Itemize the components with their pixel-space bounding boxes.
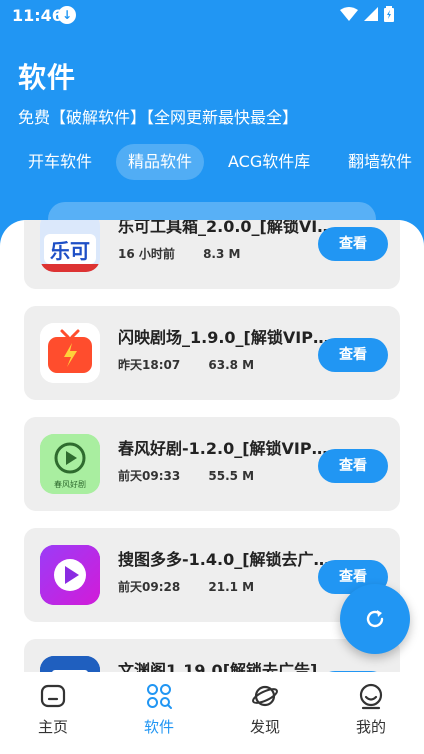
app-meta: 前天09:28 21.1 M — [118, 578, 254, 595]
wifi-icon — [340, 7, 358, 21]
app-icon-soutu — [40, 545, 100, 605]
tab-kaiche[interactable]: 开车软件 — [16, 144, 104, 180]
tab-fanqiang[interactable]: 翻墙软件 — [336, 144, 424, 180]
app-icon-shanying — [40, 323, 100, 383]
app-size: 21.1 M — [208, 580, 255, 594]
app-name[interactable]: 春风好剧-1.2.0_[解锁VIP去广告] — [118, 435, 336, 459]
app-icon-chunfeng-text: 春风好剧 — [54, 479, 86, 489]
app-size: 63.8 M — [208, 358, 255, 372]
refresh-icon — [366, 610, 384, 628]
list-item[interactable]: 文渊阁1.19.0[解锁去广告] 查看 — [24, 639, 400, 672]
view-button[interactable]: 查看 — [318, 449, 388, 483]
tab-acg[interactable]: ACG软件库 — [216, 144, 322, 180]
nav-mine-label: 我的 — [355, 718, 386, 736]
battery-icon — [384, 6, 394, 22]
category-tabs: 开车软件 精品软件 ACG软件库 翻墙软件 — [0, 144, 424, 180]
app-icon-leke-text: 乐可 — [50, 239, 90, 263]
list-item[interactable]: 闪映剧场_1.9.0_[解锁VIP去广告] 昨天18:07 63.8 M 查看 — [24, 306, 400, 400]
profile-icon — [359, 683, 383, 710]
nav-home-label: 主页 — [37, 718, 68, 736]
refresh-button[interactable] — [340, 584, 410, 654]
app-meta: 昨天18:07 63.8 M — [118, 356, 254, 373]
nav-mine[interactable]: 我的 — [318, 682, 424, 737]
page-subtitle: 免费【破解软件】【全网更新最快最全】 — [18, 108, 299, 127]
list-item[interactable]: 乐可 乐可工具箱_2.0.0_[解锁VIP... 16 小时前 8.3 M 查看 — [24, 220, 400, 289]
status-bar: 11:46 ↓ — [0, 0, 424, 30]
status-time: 11:46 — [12, 6, 63, 25]
app-size: 8.3 M — [203, 247, 241, 261]
app-icon-wenyuange — [40, 656, 100, 672]
view-button[interactable]: 查看 — [318, 338, 388, 372]
list-item[interactable]: 春风好剧 春风好剧-1.2.0_[解锁VIP去广告] 前天09:33 55.5 … — [24, 417, 400, 511]
app-size: 55.5 M — [208, 469, 255, 483]
home-icon — [40, 684, 66, 708]
app-time: 16 小时前 — [118, 247, 175, 261]
view-button[interactable]: 查看 — [318, 227, 388, 261]
planet-icon — [252, 685, 278, 707]
download-icon: ↓ — [58, 6, 76, 24]
app-name[interactable]: 闪映剧场_1.9.0_[解锁VIP去广告] — [118, 324, 336, 348]
app-name[interactable]: 文渊阁1.19.0[解锁去广告] — [118, 657, 336, 672]
status-icons — [340, 6, 394, 22]
app-meta: 16 小时前 8.3 M — [118, 245, 240, 262]
nav-software-label: 软件 — [143, 718, 174, 736]
app-time: 前天09:33 — [118, 469, 181, 483]
app-icon-chunfeng: 春风好剧 — [40, 434, 100, 494]
tab-jingpin[interactable]: 精品软件 — [116, 144, 205, 180]
signal-icon — [364, 7, 378, 21]
app-icon-leke: 乐可 — [40, 220, 100, 272]
apps-icon — [147, 684, 172, 709]
app-time: 前天09:28 — [118, 580, 181, 594]
nav-home[interactable]: 主页 — [0, 682, 106, 737]
nav-software[interactable]: 软件 — [106, 682, 212, 737]
app-meta: 前天09:33 55.5 M — [118, 467, 254, 484]
nav-discover-label: 发现 — [249, 718, 280, 736]
page-title: 软件 — [18, 61, 77, 94]
bottom-nav: 主页 软件 发现 我的 — [0, 672, 424, 754]
app-name[interactable]: 乐可工具箱_2.0.0_[解锁VIP... — [118, 220, 336, 237]
page-header: 软件 免费【破解软件】【全网更新最快最全】 — [18, 56, 298, 128]
app-name[interactable]: 搜图多多-1.4.0_[解锁去广告] — [118, 546, 336, 570]
nav-discover[interactable]: 发现 — [212, 682, 318, 737]
app-time: 昨天18:07 — [118, 358, 181, 372]
